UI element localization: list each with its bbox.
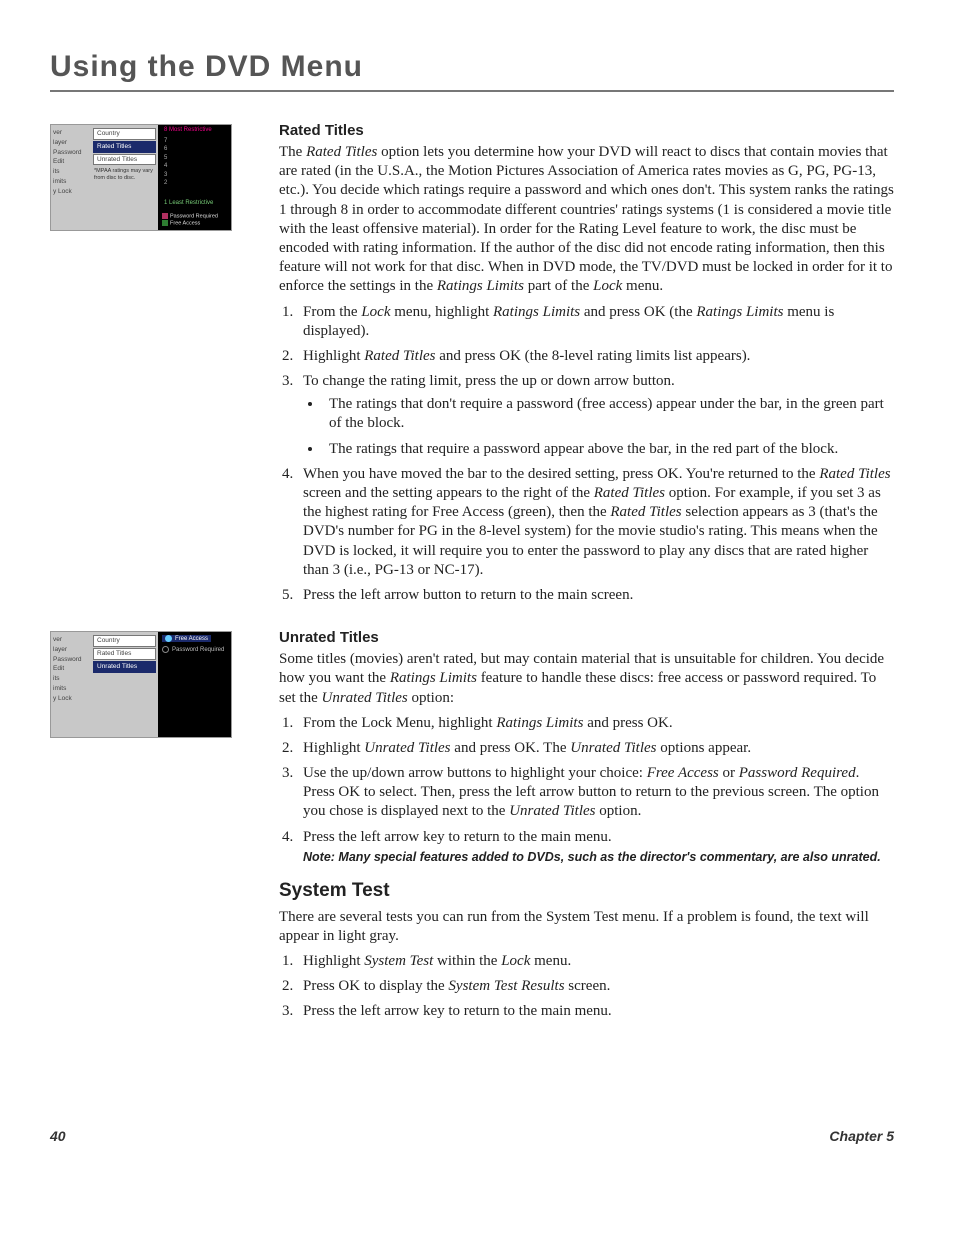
swatch-free-access xyxy=(162,220,168,226)
unrated-intro: Some titles (movies) aren't rated, but m… xyxy=(279,650,894,708)
figure-rated-titles: ver layer Password Edit its imits y Lock… xyxy=(50,122,265,231)
title-rule xyxy=(50,90,894,92)
section-rated-titles: ver layer Password Edit its imits y Lock… xyxy=(50,122,894,611)
rated-step-3: To change the rating limit, press the up… xyxy=(297,372,894,459)
rated-step-1: From the Lock menu, highlight Ratings Li… xyxy=(297,303,894,341)
fig2-left-menu: ver layer Password Edit its imits y Lock xyxy=(51,632,91,737)
chapter-label: Chapter 5 xyxy=(829,1128,894,1144)
rated-step-4: When you have moved the bar to the desir… xyxy=(297,465,894,580)
rated-step-3-bullet-1: The ratings that don't require a passwor… xyxy=(323,395,894,433)
rated-step-3-bullets: The ratings that don't require a passwor… xyxy=(303,395,894,459)
fig2-option-free-access: Free Access xyxy=(162,635,211,642)
unrated-titles-heading: Unrated Titles xyxy=(279,629,894,646)
chapter-title: Using the DVD Menu xyxy=(50,50,894,84)
fig2-rated-row: Rated Titles xyxy=(93,648,156,660)
radio-icon xyxy=(165,635,172,642)
system-test-step-3: Press the left arrow key to return to th… xyxy=(297,1002,894,1021)
fig2-mid-list: Country Rated Titles Unrated Titles xyxy=(91,632,158,737)
fig1-country-row: Country xyxy=(93,128,156,140)
rated-titles-heading: Rated Titles xyxy=(279,122,894,139)
rated-titles-text: Rated Titles The Rated Titles option let… xyxy=(265,122,894,611)
screenshot-unrated-titles: ver layer Password Edit its imits y Lock… xyxy=(50,631,232,738)
fig1-mpaa-note: *MPAA ratings may vary from disc to disc… xyxy=(93,166,156,183)
fig1-right-panel: 8 Most Restrictive 7 6 5 4 3 2 1 Least R… xyxy=(158,125,231,230)
system-test-heading: System Test xyxy=(279,880,894,902)
system-test-step-2: Press OK to display the System Test Resu… xyxy=(297,977,894,996)
fig1-legend: Password Required Free Access xyxy=(162,213,229,228)
figure-unrated-titles: ver layer Password Edit its imits y Lock… xyxy=(50,629,265,738)
fig1-level-numbers: 7 6 5 4 3 2 xyxy=(164,137,167,187)
rated-intro: The Rated Titles option lets you determi… xyxy=(279,143,894,297)
screenshot-rated-titles: ver layer Password Edit its imits y Lock… xyxy=(50,124,232,231)
rated-step-2: Highlight Rated Titles and press OK (the… xyxy=(297,347,894,366)
radio-icon xyxy=(162,646,169,653)
unrated-step-2: Highlight Unrated Titles and press OK. T… xyxy=(297,739,894,758)
fig1-most-restrictive: 8 Most Restrictive xyxy=(164,127,229,133)
fig1-rated-row: Rated Titles xyxy=(93,141,156,153)
unrated-note: Note: Many special features added to DVD… xyxy=(303,849,894,866)
system-test-intro: There are several tests you can run from… xyxy=(279,908,894,946)
section-unrated-titles: ver layer Password Edit its imits y Lock… xyxy=(50,629,894,1028)
page-number: 40 xyxy=(50,1128,66,1144)
rated-step-3-bullet-2: The ratings that require a password appe… xyxy=(323,440,894,459)
fig2-country-row: Country xyxy=(93,635,156,647)
page-footer: 40 Chapter 5 xyxy=(50,1128,894,1144)
unrated-step-4: Press the left arrow key to return to th… xyxy=(297,828,894,866)
system-test-steps: Highlight System Test within the Lock me… xyxy=(279,952,894,1022)
unrated-steps: From the Lock Menu, highlight Ratings Li… xyxy=(279,714,894,866)
manual-page: Using the DVD Menu ver layer Password Ed… xyxy=(0,0,954,1174)
unrated-step-3: Use the up/down arrow buttons to highlig… xyxy=(297,764,894,822)
rated-step-5: Press the left arrow button to return to… xyxy=(297,586,894,605)
fig2-unrated-row: Unrated Titles xyxy=(93,661,156,673)
fig1-least-restrictive: 1 Least Restrictive xyxy=(164,200,213,206)
fig2-option-password-required: Password Required xyxy=(162,646,224,653)
fig1-unrated-row: Unrated Titles xyxy=(93,154,156,166)
unrated-titles-text: Unrated Titles Some titles (movies) aren… xyxy=(265,629,894,1028)
fig1-left-menu: ver layer Password Edit its imits y Lock xyxy=(51,125,91,230)
swatch-password-required xyxy=(162,213,168,219)
rated-steps: From the Lock menu, highlight Ratings Li… xyxy=(279,303,894,606)
system-test-step-1: Highlight System Test within the Lock me… xyxy=(297,952,894,971)
fig1-mid-list: Country Rated Titles Unrated Titles *MPA… xyxy=(91,125,158,230)
fig2-right-panel: Free Access Password Required xyxy=(158,632,231,737)
unrated-step-1: From the Lock Menu, highlight Ratings Li… xyxy=(297,714,894,733)
